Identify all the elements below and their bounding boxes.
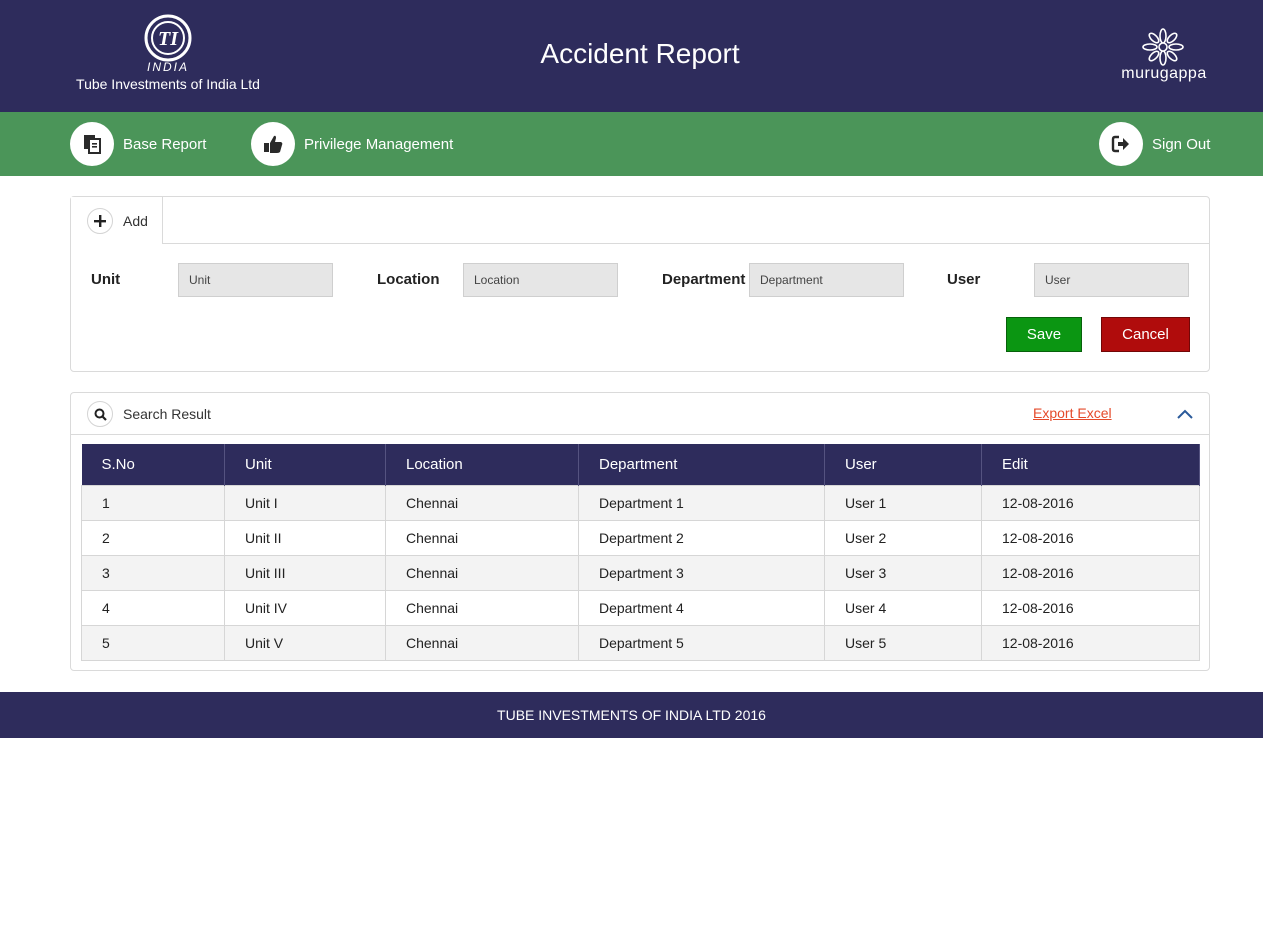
results-table: S.No Unit Location Department User Edit …	[81, 444, 1200, 661]
ti-logo-icon: TI	[144, 14, 192, 62]
ti-logo[interactable]: TI INDIA Tube Investments of India Ltd	[70, 14, 270, 94]
sign-out-button[interactable]: Sign Out	[1099, 122, 1210, 166]
cell-unit: Unit III	[224, 554, 386, 591]
murugappa-wordmark: murugappa	[1121, 65, 1207, 82]
page-title: Accident Report	[540, 38, 740, 69]
cell-edit[interactable]: 12-08-2016	[981, 624, 1200, 661]
nav-label-base-report: Base Report	[123, 135, 207, 153]
add-panel: Add Unit Location Department User Save C…	[70, 196, 1210, 372]
cell-sno: 5	[81, 624, 225, 661]
page-footer: TUBE INVESTMENTS OF INDIA LTD 2016	[0, 692, 1263, 738]
cell-location: Chennai	[385, 519, 579, 556]
column-header-unit[interactable]: Unit	[224, 444, 386, 485]
nav-label-privilege-management: Privilege Management	[304, 135, 454, 153]
cell-user: User 1	[824, 484, 982, 521]
column-header-edit[interactable]: Edit	[981, 444, 1200, 485]
user-input[interactable]	[1034, 263, 1189, 297]
cell-user: User 3	[824, 554, 982, 591]
cell-edit[interactable]: 12-08-2016	[981, 554, 1200, 591]
cell-department: Department 5	[578, 624, 825, 661]
thumbs-up-icon	[251, 122, 295, 166]
table-header-row: S.No Unit Location Department User Edit	[81, 444, 1200, 485]
main-nav: Base Report Privilege Management Sign Ou…	[0, 112, 1263, 176]
table-row[interactable]: 3 Unit III Chennai Department 3 User 3 1…	[81, 554, 1200, 591]
cell-sno: 3	[81, 554, 225, 591]
cell-user: User 5	[824, 624, 982, 661]
column-header-user[interactable]: User	[824, 444, 982, 485]
cell-edit[interactable]: 12-08-2016	[981, 484, 1200, 521]
cell-location: Chennai	[385, 554, 579, 591]
export-excel-link[interactable]: Export Excel	[1033, 405, 1112, 421]
search-result-title: Search Result	[123, 406, 211, 422]
chevron-up-icon[interactable]	[1175, 405, 1195, 423]
cell-department: Department 1	[578, 484, 825, 521]
ti-logo-mark: TI	[158, 28, 179, 50]
search-result-heading: Search Result	[87, 401, 211, 427]
location-label: Location	[377, 271, 440, 288]
cell-edit[interactable]: 12-08-2016	[981, 589, 1200, 626]
cell-user: User 4	[824, 589, 982, 626]
column-header-department[interactable]: Department	[578, 444, 825, 485]
sign-out-icon	[1099, 122, 1143, 166]
department-label: Department	[662, 271, 746, 288]
footer-text: TUBE INVESTMENTS OF INDIA LTD 2016	[497, 707, 766, 723]
nav-item-base-report[interactable]: Base Report	[70, 122, 206, 166]
cell-unit: Unit V	[224, 624, 386, 661]
cancel-button[interactable]: Cancel	[1101, 317, 1190, 352]
location-input[interactable]	[463, 263, 618, 297]
table-row[interactable]: 2 Unit II Chennai Department 2 User 2 12…	[81, 519, 1200, 556]
cell-location: Chennai	[385, 484, 579, 521]
search-result-header: Search Result Export Excel	[71, 393, 1209, 435]
unit-input[interactable]	[178, 263, 333, 297]
table-row[interactable]: 5 Unit V Chennai Department 5 User 5 12-…	[81, 624, 1200, 661]
cell-sno: 4	[81, 589, 225, 626]
department-input[interactable]	[749, 263, 904, 297]
nav-item-privilege-management[interactable]: Privilege Management	[251, 122, 453, 166]
company-name: Tube Investments of India Ltd	[76, 76, 260, 92]
cell-location: Chennai	[385, 624, 579, 661]
search-icon	[87, 401, 113, 427]
user-label: User	[947, 271, 981, 288]
unit-label: Unit	[91, 271, 121, 288]
cell-department: Department 2	[578, 519, 825, 556]
cell-unit: Unit I	[224, 484, 386, 521]
search-result-panel: Search Result Export Excel S.No Unit Loc…	[70, 392, 1210, 671]
cell-unit: Unit IV	[224, 589, 386, 626]
save-button[interactable]: Save	[1006, 317, 1082, 352]
plus-icon	[87, 207, 113, 234]
cell-department: Department 4	[578, 589, 825, 626]
document-copy-icon	[70, 122, 114, 166]
cell-sno: 1	[81, 484, 225, 521]
cell-unit: Unit II	[224, 519, 386, 556]
cell-department: Department 3	[578, 554, 825, 591]
ti-logo-country: INDIA	[146, 60, 189, 74]
cell-user: User 2	[824, 519, 982, 556]
murugappa-logo[interactable]: murugappa	[1112, 28, 1216, 86]
tab-add[interactable]: Add	[71, 197, 163, 244]
tab-add-label: Add	[123, 212, 148, 229]
sign-out-label: Sign Out	[1152, 135, 1211, 153]
table-row[interactable]: 4 Unit IV Chennai Department 4 User 4 12…	[81, 589, 1200, 626]
cell-location: Chennai	[385, 589, 579, 626]
cell-edit[interactable]: 12-08-2016	[981, 519, 1200, 556]
app-header: TI INDIA Tube Investments of India Ltd A…	[0, 0, 1263, 112]
tab-divider	[163, 243, 1209, 244]
cell-sno: 2	[81, 519, 225, 556]
table-row[interactable]: 1 Unit I Chennai Department 1 User 1 12-…	[81, 484, 1200, 521]
column-header-location[interactable]: Location	[385, 444, 579, 485]
column-header-sno[interactable]: S.No	[81, 444, 225, 485]
flower-logo-icon	[1142, 28, 1184, 66]
